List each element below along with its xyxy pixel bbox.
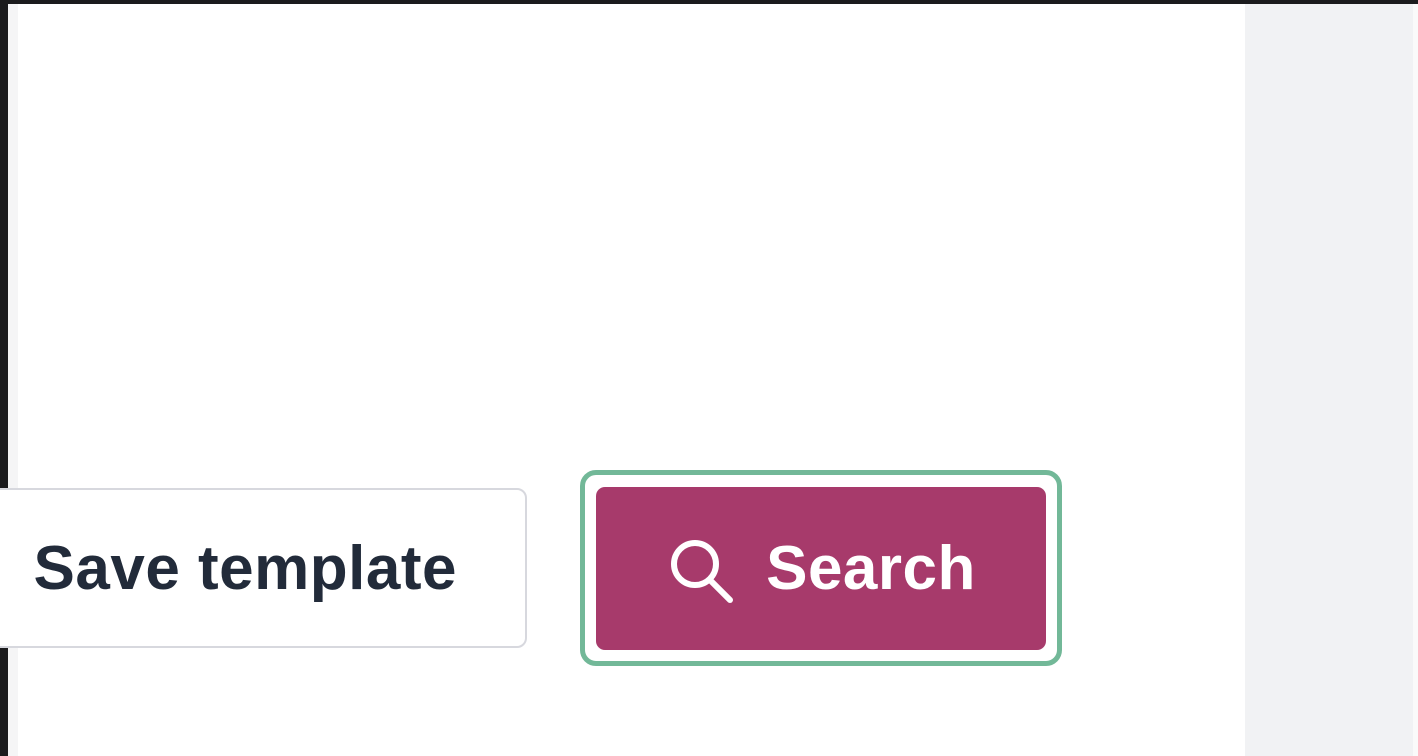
right-edge-scrollbar xyxy=(1413,4,1418,756)
search-icon xyxy=(666,536,736,606)
save-template-label: Save template xyxy=(33,533,457,603)
right-gutter xyxy=(1245,4,1413,756)
search-label: Search xyxy=(766,534,976,603)
save-template-button[interactable]: Save template xyxy=(0,488,527,648)
window-frame: Save template Search xyxy=(0,0,1418,756)
search-button[interactable]: Search xyxy=(596,487,1046,650)
